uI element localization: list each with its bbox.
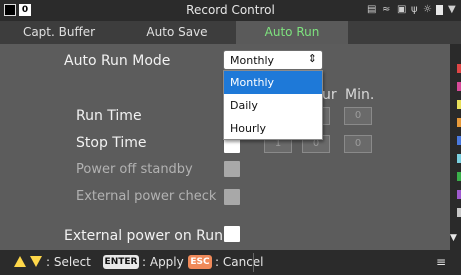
esc-key-badge: ESC	[188, 255, 212, 269]
option-daily[interactable]: Daily	[224, 94, 322, 117]
auto-run-mode-select[interactable]: Monthly ⇕	[223, 50, 323, 70]
color-bar-segment	[457, 64, 461, 73]
auto-run-mode-dropdown: Monthly Daily Hourly	[223, 70, 323, 140]
down-arrow-icon	[30, 256, 42, 267]
plug-icon: ▼	[448, 4, 456, 15]
title-bar: 0 Record Control ▤ ≈ ▣ ψ ☼ ▼	[0, 0, 461, 21]
battery-icon	[436, 5, 443, 15]
color-bar-segment	[457, 118, 461, 127]
power-off-standby-checkbox[interactable]	[224, 161, 240, 177]
stop-time-min-field[interactable]: 0	[344, 135, 372, 153]
apply-hint: : Apply	[142, 255, 184, 269]
stop-time-label: Stop Time	[76, 135, 147, 151]
ethernet-icon: ▣	[397, 4, 407, 15]
external-power-check-label: External power check	[76, 189, 217, 204]
color-bar-segment	[457, 154, 461, 163]
option-monthly[interactable]: Monthly	[224, 71, 322, 94]
auto-run-mode-value: Monthly	[230, 54, 275, 67]
external-power-check-checkbox[interactable]	[224, 189, 240, 205]
auto-run-mode-label: Auto Run Mode	[64, 53, 171, 69]
chevron-updown-icon: ⇕	[307, 52, 317, 65]
hour-column-header: ur	[322, 87, 337, 103]
power-off-standby-label: Power off standby	[76, 162, 193, 177]
footer-bar: : Select ENTER : Apply ESC : Cancel ≡	[0, 250, 461, 275]
color-bar-segment	[457, 208, 461, 217]
scrollbar[interactable]	[450, 44, 461, 250]
min-column-header: Min.	[345, 87, 375, 103]
external-power-on-run-label: External power on Run	[64, 228, 223, 244]
color-bar-segment	[457, 172, 461, 181]
scroll-down-icon[interactable]: ▼	[450, 233, 457, 243]
up-arrow-icon	[14, 256, 26, 267]
run-time-min-field[interactable]: 0	[344, 107, 372, 125]
color-bar-segment	[457, 82, 461, 91]
run-time-label: Run Time	[76, 108, 142, 124]
menu-icon[interactable]: ≡	[436, 255, 446, 269]
brightness-icon: ☼	[423, 4, 432, 15]
color-bar-segment	[457, 100, 461, 109]
color-bar-segment	[457, 136, 461, 145]
tab-auto-run[interactable]: Auto Run	[236, 21, 348, 44]
tab-bar: Capt. Buffer Auto Save Auto Run	[0, 21, 461, 44]
color-bar-segment	[457, 190, 461, 199]
window-title: Record Control	[186, 3, 275, 17]
usb-icon: ψ	[411, 4, 418, 15]
external-power-on-run-checkbox[interactable]	[224, 226, 240, 242]
footer-divider	[253, 253, 254, 272]
tab-capt-buffer[interactable]: Capt. Buffer	[0, 21, 118, 44]
select-hint: : Select	[46, 255, 91, 269]
cancel-hint: : Cancel	[215, 255, 264, 269]
enter-key-badge: ENTER	[103, 255, 139, 269]
option-hourly[interactable]: Hourly	[224, 117, 322, 140]
network-icon: ▤	[367, 4, 377, 15]
tab-auto-save[interactable]: Auto Save	[118, 21, 236, 44]
wifi-icon: ≈	[382, 4, 391, 15]
